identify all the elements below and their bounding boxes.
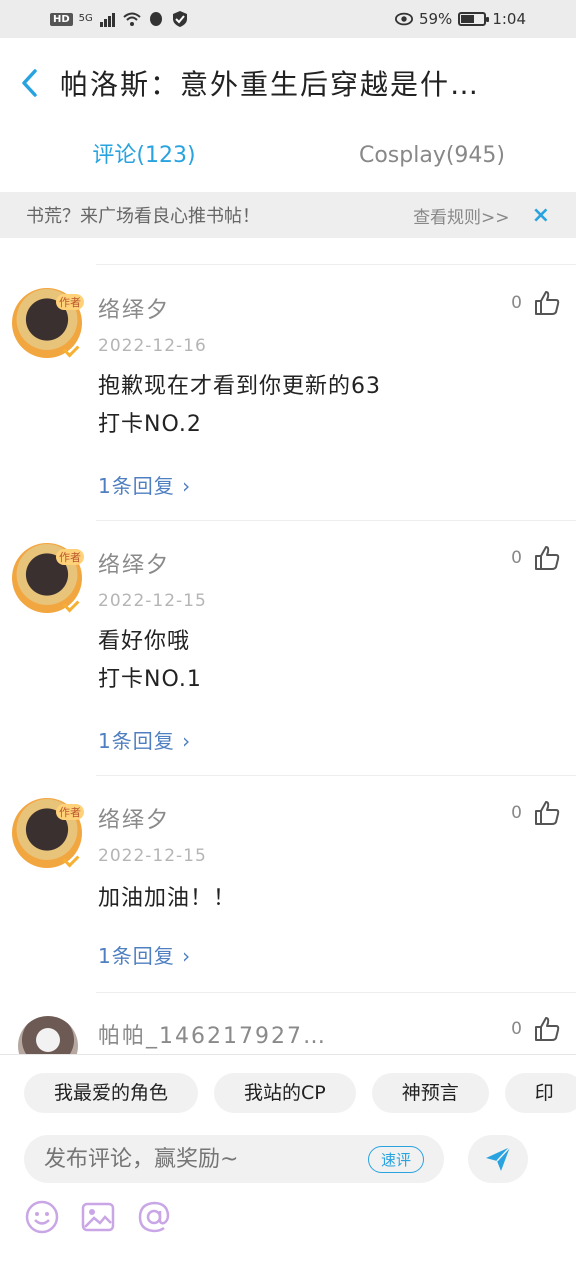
- tab-cosplay[interactable]: Cosplay(945): [288, 128, 576, 188]
- composer-tools: [24, 1199, 172, 1235]
- comment-composer: 我最爱的角色 我站的CP 神预言 印 速评: [0, 1054, 576, 1280]
- divider: [96, 775, 576, 776]
- avatar[interactable]: 作者: [12, 288, 84, 358]
- back-button[interactable]: [20, 67, 44, 99]
- comment-input[interactable]: [44, 1146, 344, 1172]
- comment-line: 打卡NO.2: [98, 412, 202, 437]
- qq-notification-icon: [149, 12, 162, 26]
- mention-icon[interactable]: [136, 1199, 172, 1235]
- like-control[interactable]: 0: [511, 1016, 560, 1042]
- comment-date: 2022-12-15: [98, 591, 207, 611]
- comment-date: 2022-12-15: [98, 846, 207, 866]
- battery-icon: [458, 12, 490, 26]
- emoji-icon[interactable]: [24, 1199, 60, 1235]
- thumbs-up-icon[interactable]: [534, 545, 560, 571]
- notice-text[interactable]: 书荒？来广场看良心推书帖！: [26, 202, 260, 228]
- comment-username[interactable]: 络绎夕: [98, 547, 170, 579]
- comment-input-box[interactable]: 速评: [24, 1135, 444, 1183]
- comment-line: 加油加油！！: [98, 886, 237, 911]
- comment-username[interactable]: 络绎夕: [98, 802, 170, 834]
- comment-list[interactable]: 作者 络绎夕 2022-12-16 抱歉现在才看到你更新的63 打卡NO.2 1…: [0, 238, 576, 1054]
- avatar[interactable]: [18, 1016, 78, 1054]
- chip-my-cp[interactable]: 我站的CP: [214, 1073, 356, 1113]
- network-type: 5G: [78, 13, 93, 24]
- signal-icon: [99, 13, 115, 27]
- page-title: 帕洛斯：意外重生后穿越是什…: [60, 68, 481, 101]
- view-rules-link[interactable]: 查看规则>>: [413, 203, 510, 228]
- chip-favorite-character[interactable]: 我最爱的角色: [24, 1073, 199, 1113]
- avatar[interactable]: 作者: [12, 543, 84, 613]
- comment-line: 打卡NO.1: [98, 667, 202, 692]
- battery-percent: 59%: [418, 10, 453, 28]
- divider: [96, 520, 576, 521]
- quick-review-button[interactable]: 速评: [367, 1145, 424, 1173]
- comment-date: 2022-12-16: [98, 336, 207, 356]
- hd-indicator: HD: [50, 12, 73, 26]
- comment-username[interactable]: 络绎夕: [98, 292, 170, 324]
- author-badge: 作者: [56, 294, 84, 310]
- like-count: 0: [511, 803, 522, 823]
- comment-username[interactable]: 帕帕_146217927…: [98, 1018, 327, 1050]
- send-icon: [486, 1146, 511, 1171]
- replies-link[interactable]: 1条回复 ›: [98, 725, 191, 754]
- like-count: 0: [511, 1019, 522, 1039]
- send-button[interactable]: [468, 1135, 528, 1183]
- replies-link[interactable]: 1条回复 ›: [98, 940, 191, 969]
- image-icon[interactable]: [80, 1199, 116, 1235]
- like-control[interactable]: 0: [511, 800, 560, 826]
- like-count: 0: [511, 293, 522, 313]
- comment-text: 看好你哦 打卡NO.1: [98, 623, 202, 699]
- clock: 1:04: [492, 10, 526, 28]
- tab-comments[interactable]: 评论(123): [0, 128, 288, 188]
- shield-icon: [172, 11, 187, 27]
- tab-bar: 评论(123) Cosplay(945): [0, 128, 576, 188]
- wifi-icon: [123, 12, 141, 26]
- topic-chips: 我最爱的角色 我站的CP 神预言 印: [24, 1073, 576, 1113]
- close-icon[interactable]: ×: [532, 203, 550, 228]
- like-control[interactable]: 0: [511, 290, 560, 316]
- like-control[interactable]: 0: [511, 545, 560, 571]
- divider: [96, 264, 576, 265]
- chevron-left-icon: [22, 69, 37, 97]
- comment-line: 看好你哦: [98, 629, 191, 654]
- thumbs-up-icon[interactable]: [534, 290, 560, 316]
- comment-line: 抱歉现在才看到你更新的63: [98, 374, 381, 399]
- status-bar: HD 5G 59% 1:04: [0, 0, 576, 38]
- comment-text: 抱歉现在才看到你更新的63 打卡NO.2: [98, 368, 381, 444]
- chip-prophecy[interactable]: 神预言: [371, 1073, 489, 1113]
- thumbs-up-icon[interactable]: [534, 1016, 560, 1042]
- replies-link[interactable]: 1条回复 ›: [98, 470, 191, 499]
- avatar[interactable]: 作者: [12, 798, 84, 868]
- like-count: 0: [511, 548, 522, 568]
- header: 帕洛斯：意外重生后穿越是什…: [0, 38, 576, 128]
- thumbs-up-icon[interactable]: [534, 800, 560, 826]
- author-badge: 作者: [56, 804, 84, 820]
- eye-icon: [394, 12, 413, 26]
- notice-banner[interactable]: 书荒？来广场看良心推书帖！ 查看规则>> ×: [0, 192, 576, 238]
- chip-more[interactable]: 印: [504, 1073, 576, 1113]
- divider: [96, 992, 576, 993]
- author-badge: 作者: [56, 549, 84, 565]
- comment-text: 加油加油！！: [98, 880, 236, 918]
